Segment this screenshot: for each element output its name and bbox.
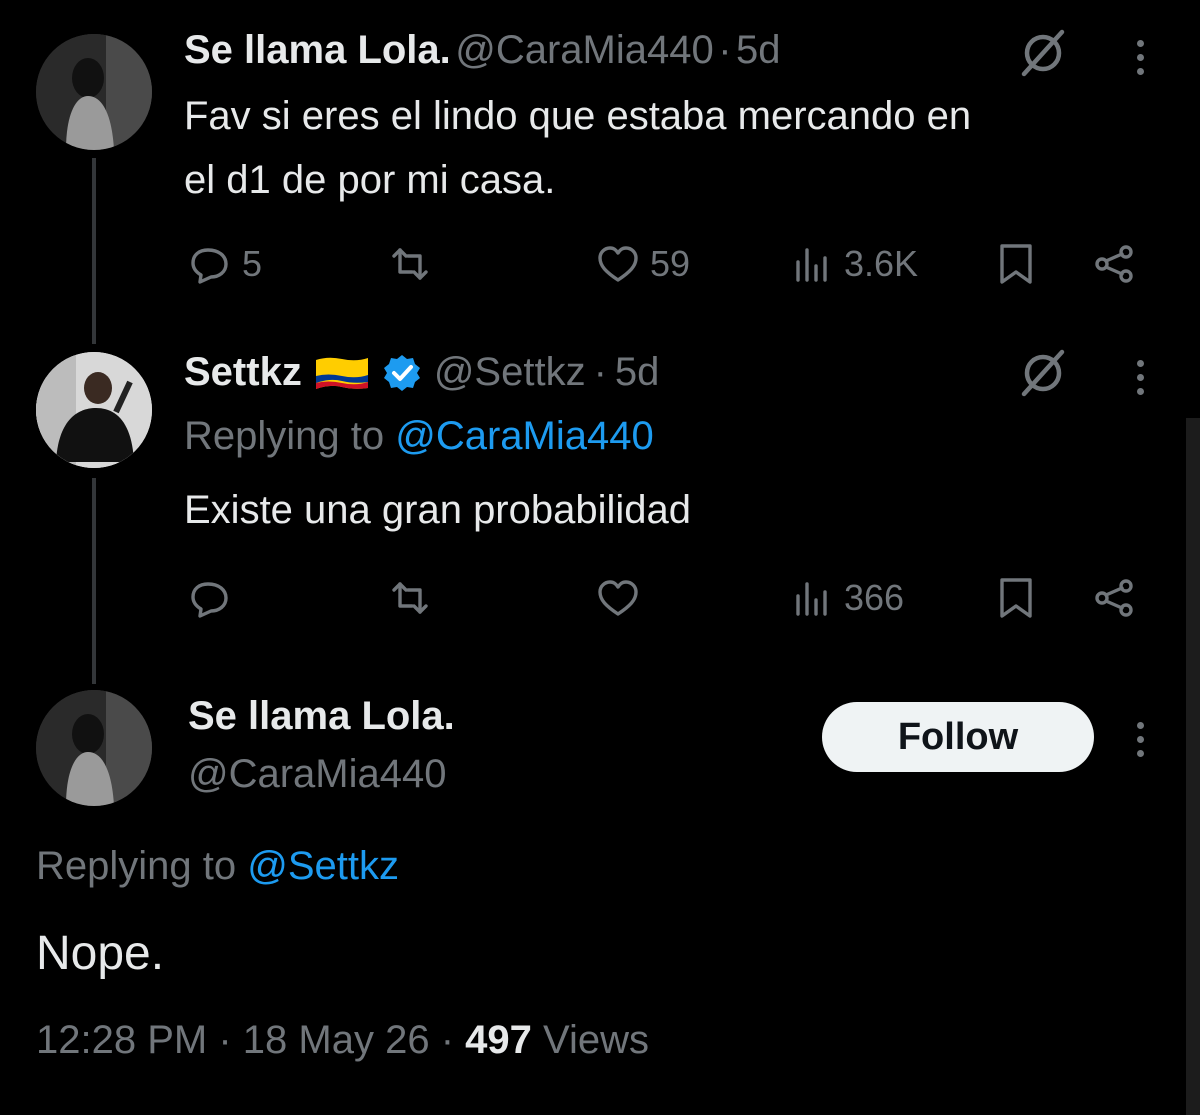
display-name[interactable]: Se llama Lola.	[184, 28, 451, 72]
tweet-header: Se llama Lola. @CaraMia440 · 5d	[184, 28, 780, 73]
share-button[interactable]	[1092, 242, 1136, 286]
colombia-flag-icon	[314, 354, 370, 392]
retweet-button[interactable]	[388, 242, 432, 286]
tweet-meta: 12:28 PM · 18 May 26 · 497 Views	[36, 1018, 649, 1063]
replying-to-label: Replying to	[36, 844, 237, 888]
scrollbar[interactable]	[1186, 418, 1200, 1115]
retweet-button[interactable]	[388, 576, 432, 620]
handle[interactable]: @CaraMia440	[188, 752, 447, 797]
views-count: 497	[465, 1018, 532, 1062]
verified-badge-icon[interactable]	[382, 353, 422, 393]
tweet-time[interactable]: 12:28 PM	[36, 1018, 207, 1062]
separator: ·	[718, 28, 732, 72]
thread-line	[92, 158, 96, 344]
replying-to: Replying to @Settkz	[36, 844, 399, 889]
grok-icon[interactable]	[1016, 346, 1070, 400]
handle[interactable]: @CaraMia440	[455, 28, 714, 72]
tweet-text-line: el d1 de por mi casa.	[184, 158, 556, 202]
replying-to-link[interactable]: @CaraMia440	[395, 414, 654, 458]
share-icon	[1095, 245, 1133, 283]
like-count: 59	[650, 243, 691, 284]
bookmark-icon	[1000, 578, 1032, 618]
bookmark-icon	[1000, 244, 1032, 284]
retweet-icon	[392, 248, 428, 280]
view-count: 366	[844, 577, 905, 618]
more-options-icon[interactable]	[1134, 360, 1146, 402]
separator: ·	[440, 1018, 455, 1062]
tweet-text: Fav si eres el lindo que estaba mercando…	[184, 84, 971, 212]
share-icon	[1095, 579, 1133, 617]
share-button[interactable]	[1092, 576, 1136, 620]
view-count: 3.6K	[844, 243, 919, 284]
follow-button[interactable]: Follow	[822, 702, 1094, 772]
display-name[interactable]: Se llama Lola.	[188, 694, 455, 739]
separator: ·	[593, 350, 607, 394]
like-button[interactable]	[596, 576, 640, 620]
reply-button[interactable]: 5	[188, 242, 262, 286]
views-button[interactable]: 3.6K	[790, 242, 918, 286]
avatar[interactable]	[36, 34, 152, 150]
more-options-icon[interactable]	[1134, 722, 1146, 764]
heart-icon	[598, 580, 638, 616]
reply-button[interactable]	[188, 576, 232, 620]
analytics-icon	[796, 248, 827, 282]
replying-to: Replying to @CaraMia440	[184, 414, 654, 459]
tweet-header: Settkz @Settkz · 5d	[184, 350, 659, 395]
display-name[interactable]: Settkz	[184, 350, 302, 395]
timestamp[interactable]: 5d	[736, 28, 781, 72]
reply-icon	[191, 248, 228, 284]
replying-to-link[interactable]: @Settkz	[247, 844, 399, 888]
bookmark-button[interactable]	[994, 576, 1038, 620]
retweet-icon	[392, 582, 428, 614]
grok-icon[interactable]	[1016, 26, 1070, 80]
reply-icon	[191, 582, 228, 618]
bookmark-button[interactable]	[994, 242, 1038, 286]
tweet-text: Nope.	[36, 927, 165, 980]
views-button[interactable]: 366	[790, 576, 904, 620]
reply-count: 5	[242, 243, 263, 284]
more-options-icon[interactable]	[1134, 40, 1146, 82]
timestamp[interactable]: 5d	[615, 350, 660, 395]
heart-icon	[598, 246, 638, 282]
replying-to-label: Replying to	[184, 414, 385, 458]
tweet-text: Existe una gran probabilidad	[184, 488, 692, 532]
avatar[interactable]	[36, 690, 152, 806]
like-button[interactable]: 59	[596, 242, 690, 286]
handle[interactable]: @Settkz	[434, 350, 586, 395]
avatar[interactable]	[36, 352, 152, 468]
separator: ·	[218, 1018, 232, 1062]
tweet-text-line: Fav si eres el lindo que estaba mercando…	[184, 94, 972, 138]
tweet-date[interactable]: 18 May 26	[243, 1018, 430, 1062]
views-label: Views	[543, 1018, 650, 1062]
thread-line	[92, 478, 96, 684]
analytics-icon	[796, 582, 827, 616]
